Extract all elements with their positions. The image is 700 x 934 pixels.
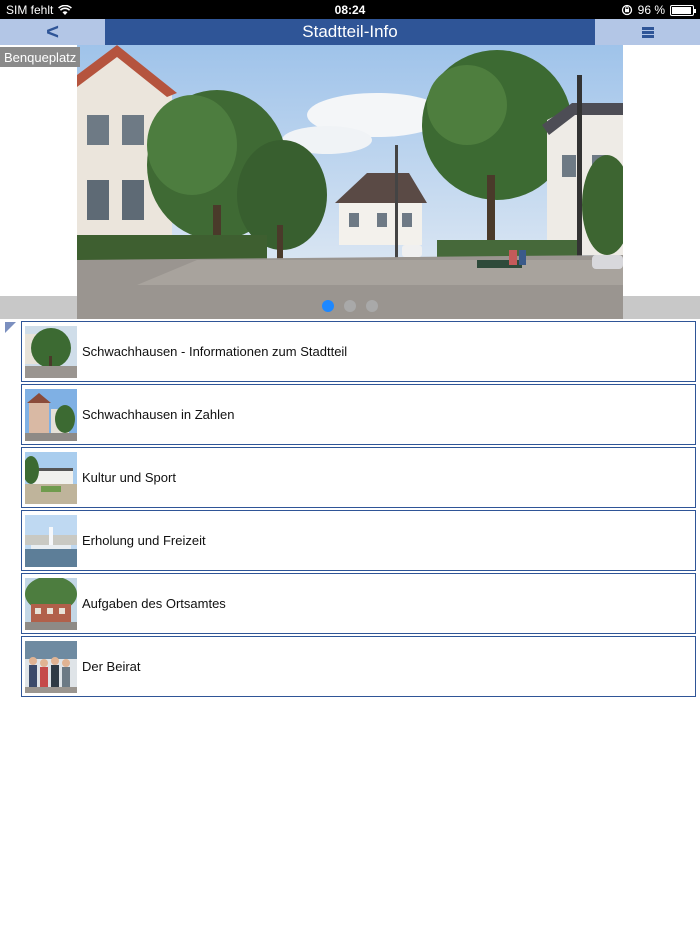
battery-fill (672, 6, 692, 14)
street-trees-thumbnail (25, 325, 77, 378)
list-item-label: Kultur und Sport (82, 470, 176, 485)
fountain-thumbnail (25, 514, 77, 567)
list-item[interactable]: Erholung und Freizeit (21, 510, 696, 571)
battery-text: 96 % (637, 3, 665, 17)
list-item-label: Erholung und Freizeit (82, 533, 206, 548)
list-item-label: Schwachhausen - Informationen zum Stadtt… (82, 344, 348, 359)
page-dot-2[interactable] (344, 300, 356, 312)
menu-button[interactable] (595, 19, 700, 45)
status-bar: SIM fehlt 08:24 96 % (0, 0, 700, 19)
town-hall-thumbnail (25, 577, 77, 630)
list-item-label: Aufgaben des Ortsamtes (82, 596, 226, 611)
list-item-label: Schwachhausen in Zahlen (82, 407, 235, 422)
topic-list: Schwachhausen - Informationen zum Stadtt… (21, 321, 696, 699)
page-dot-1[interactable] (322, 300, 334, 312)
list-item-label: Der Beirat (82, 659, 141, 674)
orientation-lock-icon (621, 4, 632, 16)
slider-photo[interactable] (77, 45, 623, 319)
group-photo-thumbnail (25, 640, 77, 693)
list-item[interactable]: Schwachhausen - Informationen zum Stadtt… (21, 321, 696, 382)
status-right: 96 % (621, 3, 696, 17)
street-scene-image (77, 45, 623, 319)
page-dot-3[interactable] (366, 300, 378, 312)
page-title: Stadtteil-Info (302, 22, 398, 41)
image-slider[interactable]: Benqueplatz (0, 45, 700, 319)
building-park-thumbnail (25, 451, 77, 504)
photo-caption: Benqueplatz (0, 47, 81, 67)
list-item[interactable]: Kultur und Sport (21, 447, 696, 508)
list-item[interactable]: Aufgaben des Ortsamtes (21, 573, 696, 634)
status-time: 08:24 (334, 3, 366, 17)
back-button[interactable]: < (0, 19, 105, 45)
hamburger-menu-icon (641, 26, 654, 38)
list-item[interactable]: Schwachhausen in Zahlen (21, 384, 696, 445)
houses-thumbnail (25, 388, 77, 441)
nav-bar: < Stadtteil-Info (0, 19, 700, 45)
battery-icon (670, 4, 696, 16)
page-indicator (0, 300, 700, 312)
corner-marker (5, 322, 16, 333)
list-item[interactable]: Der Beirat (21, 636, 696, 697)
